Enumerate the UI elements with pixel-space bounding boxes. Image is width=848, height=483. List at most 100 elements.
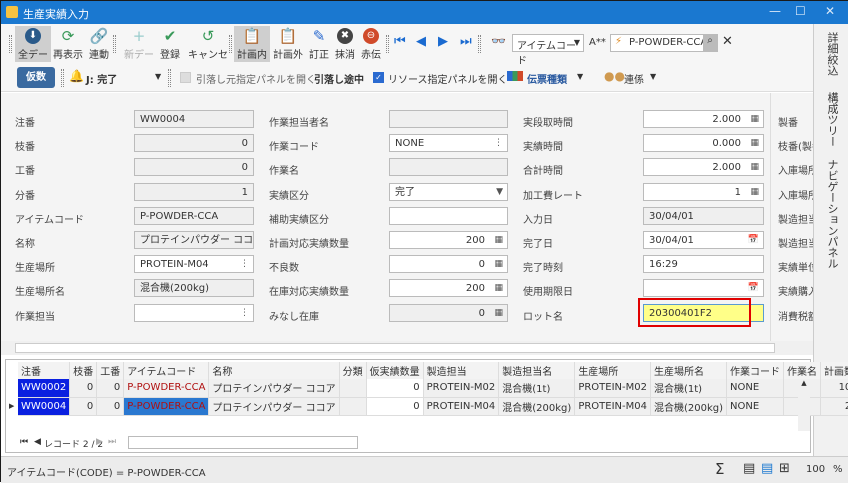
cancel-button[interactable]: ↺キャンセル	[184, 26, 232, 76]
calendar-icon[interactable]: 📅	[748, 234, 759, 247]
grid-cell[interactable]: 0	[69, 379, 98, 398]
col3-field-6[interactable]: 16:29	[643, 255, 764, 274]
erase-button[interactable]: ✖ 抹消	[333, 26, 357, 62]
column-header[interactable]: 工番	[96, 362, 125, 379]
red-slip-button[interactable]: ⊖ 赤伝	[358, 26, 384, 62]
column-header[interactable]: アイテムコード	[123, 362, 210, 379]
search-mode[interactable]: A**	[589, 37, 606, 48]
grid-cell[interactable]	[339, 397, 367, 416]
side-tab-2[interactable]: ナビゲーションパネル	[824, 159, 840, 269]
prev-record-icon[interactable]: ◀	[34, 437, 41, 447]
grid-cell[interactable]: PROTEIN-M04	[574, 397, 651, 416]
col3-field-3[interactable]: 1 ▦	[643, 182, 764, 201]
col3-field-7[interactable]: 📅	[643, 279, 764, 298]
table-row[interactable]: WW0002 0 0 P-POWDER-CCA プロテインパウダー ココア 0 PROTEI…	[18, 379, 848, 398]
search-field-select[interactable]: アイテムコード ▼	[512, 34, 584, 67]
binoculars-icon[interactable]: 👓	[491, 34, 506, 48]
grid-cell[interactable]: プロテインパウダー ココア	[208, 397, 340, 416]
kari-button[interactable]: 仮数	[17, 67, 55, 88]
col2-field-6[interactable]: 0 ▦	[389, 255, 508, 274]
next-record-icon[interactable]: ▶	[438, 34, 448, 49]
new-data-button[interactable]: +新データ	[121, 26, 157, 76]
prev-record-icon[interactable]: ◀	[416, 34, 426, 49]
grid-cell[interactable]: 混合機(1t)	[498, 379, 576, 398]
calendar-icon[interactable]: 📅	[748, 282, 759, 295]
register-button[interactable]: ✔ 登録	[157, 26, 183, 62]
calculator-icon[interactable]: ▦	[750, 137, 759, 150]
calculator-icon[interactable]: ▦	[494, 282, 503, 295]
side-tab-1[interactable]: 構成ツリー	[824, 92, 840, 147]
grid-cell[interactable]: 0	[366, 397, 424, 416]
last-record-icon[interactable]: ⏭	[460, 34, 472, 49]
column-header[interactable]: 分類	[339, 362, 367, 379]
grid-cell[interactable]: PROTEIN-M02	[574, 379, 651, 398]
search-input[interactable]: ⚡ P-POWDER-CCA ⌕	[610, 34, 718, 52]
col2-field-7[interactable]: 200 ▦	[389, 279, 508, 298]
minimize-button[interactable]: —	[769, 4, 781, 18]
hikiotoshi-checkbox[interactable]	[180, 72, 191, 83]
col3-field-0[interactable]: 2.000 ▦	[643, 110, 764, 128]
refresh-button[interactable]: ⟳ 再表示	[51, 26, 85, 62]
column-header[interactable]: 名称	[208, 362, 340, 379]
correct-button[interactable]: ✎ 訂正	[306, 26, 332, 62]
chevron-down-icon[interactable]: ▼	[155, 72, 161, 81]
grid-cell[interactable]	[339, 379, 367, 398]
grid-cell[interactable]: NONE	[726, 379, 785, 398]
col1-field-6[interactable]: PROTEIN-M04 ⋮	[134, 255, 254, 274]
grid-cell[interactable]: 0	[69, 397, 98, 416]
grid-cell[interactable]: NONE	[726, 397, 785, 416]
calculator-icon[interactable]: ▦	[750, 113, 759, 126]
first-record-icon[interactable]: ⏮	[394, 34, 406, 49]
col3-field-2[interactable]: 2.000 ▦	[643, 158, 764, 177]
column-header[interactable]: 仮実績数量	[366, 362, 424, 379]
column-header[interactable]: 製造担当	[423, 362, 500, 379]
horizontal-scrollbar[interactable]	[1, 341, 813, 355]
next-record-icon[interactable]: ▶	[96, 437, 103, 447]
grid-cell[interactable]: 0	[96, 379, 125, 398]
column-header[interactable]: 生産場所	[574, 362, 651, 379]
grid-cell[interactable]: 0	[366, 379, 424, 398]
renkei-dropdown[interactable]: 連係	[624, 71, 644, 86]
column-header[interactable]: 注番	[18, 362, 71, 379]
col2-field-5[interactable]: 200 ▦	[389, 231, 508, 249]
view-grid-icon[interactable]: ⊞	[779, 461, 790, 476]
grid-horizontal-scrollbar[interactable]	[128, 436, 358, 449]
column-header[interactable]: 作業名	[783, 362, 822, 379]
close-button[interactable]: ✕	[825, 4, 835, 18]
grid-cell[interactable]: WW0004	[18, 397, 71, 416]
grid-vertical-scrollbar[interactable]: ▲	[798, 379, 810, 431]
grid-cell[interactable]: 混合機(1t)	[650, 379, 728, 398]
clear-search-icon[interactable]: ✕	[722, 34, 733, 49]
column-header[interactable]: 生産場所名	[650, 362, 728, 379]
side-tab-0[interactable]: 詳細絞込	[824, 32, 840, 76]
grid-cell[interactable]: WW0002	[18, 379, 71, 398]
col3-field-5[interactable]: 30/04/01 📅	[643, 231, 764, 249]
grid-cell[interactable]: 200	[820, 397, 848, 416]
calculator-icon[interactable]: ▦	[494, 258, 503, 271]
first-record-icon[interactable]: ⏮	[20, 437, 28, 447]
view-form-icon[interactable]: ▤	[743, 461, 755, 476]
column-header[interactable]: 計画数量	[820, 362, 848, 379]
grid-cell[interactable]: P-POWDER-CCA	[123, 379, 210, 398]
hikiotoshi-panel-label[interactable]: 引落し元指定パネルを開く	[196, 71, 316, 86]
grid-cell[interactable]: 混合機(200kg)	[650, 397, 728, 416]
grid-cell[interactable]: 0	[96, 397, 125, 416]
table-row[interactable]: WW0004 0 0 P-POWDER-CCA プロテインパウダー ココア 0 PROTEI…	[18, 397, 848, 416]
grid-cell[interactable]: PROTEIN-M04	[423, 397, 500, 416]
more-icon[interactable]: ⋮	[240, 307, 249, 320]
col1-field-8[interactable]: ⋮	[134, 303, 254, 322]
grid-cell[interactable]: プロテインパウダー ココア	[208, 379, 340, 398]
in-plan-button[interactable]: 📋 計画内	[234, 26, 270, 62]
link-button[interactable]: 🔗 連動	[85, 26, 113, 62]
calculator-icon[interactable]: ▦	[750, 186, 759, 199]
resource-checkbox[interactable]: ✓	[373, 72, 384, 83]
search-icon[interactable]: ⌕	[703, 35, 717, 51]
view-list-icon[interactable]: ▤	[761, 461, 773, 476]
status-dropdown[interactable]: J: 完了	[86, 71, 117, 86]
calculator-icon[interactable]: ▦	[494, 234, 503, 247]
grid-cell[interactable]: 1000	[820, 379, 848, 398]
grid-cell[interactable]: 混合機(200kg)	[498, 397, 576, 416]
col2-field-1[interactable]: NONE ⋮	[389, 134, 508, 153]
col2-field-4[interactable]	[389, 206, 508, 225]
out-of-plan-button[interactable]: 📋 計画外	[271, 26, 305, 62]
